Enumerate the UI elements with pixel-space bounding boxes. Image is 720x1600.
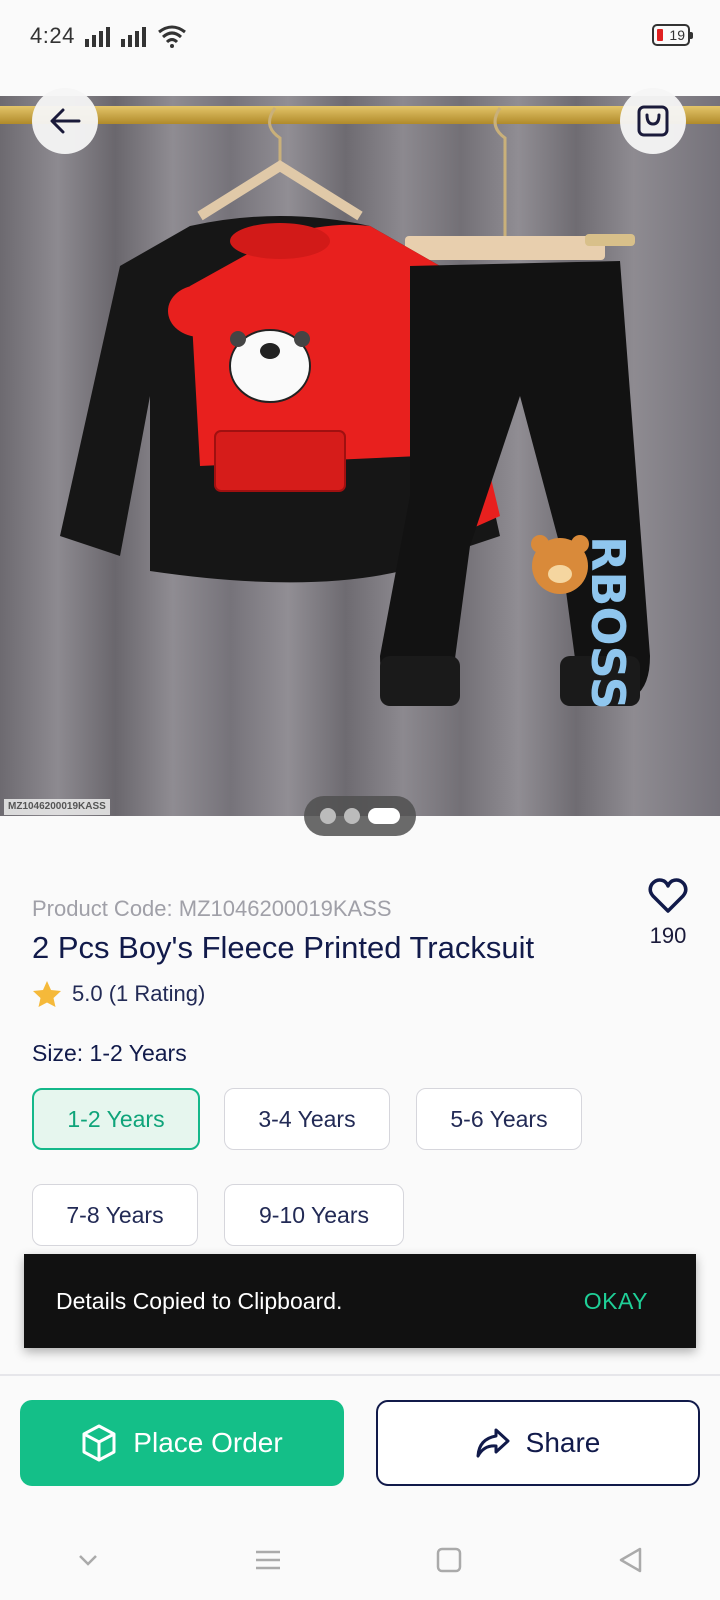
size-option-1-2-years[interactable]: 1-2 Years bbox=[32, 1088, 200, 1150]
status-bar: 4:24 19 bbox=[0, 0, 720, 72]
cell-signal-icon bbox=[120, 27, 146, 47]
snackbar: Details Copied to Clipboard. OKAY bbox=[24, 1254, 696, 1348]
snackbar-message: Details Copied to Clipboard. bbox=[56, 1287, 343, 1314]
chevron-down-icon[interactable] bbox=[77, 1553, 99, 1567]
carousel-dot-active[interactable] bbox=[368, 808, 400, 824]
carousel-dot[interactable] bbox=[320, 808, 336, 824]
cell-signal-icon bbox=[84, 27, 110, 47]
product-rating[interactable]: 5.0 (1 Rating) bbox=[32, 980, 205, 1008]
divider bbox=[0, 1374, 720, 1376]
share-button[interactable]: Share bbox=[376, 1400, 700, 1486]
arrow-left-icon bbox=[50, 108, 81, 134]
size-option-5-6-years[interactable]: 5-6 Years bbox=[416, 1088, 582, 1150]
wifi-icon bbox=[157, 25, 186, 48]
carousel-indicator[interactable] bbox=[304, 796, 416, 836]
share-label: Share bbox=[525, 1427, 601, 1458]
system-nav-bar bbox=[0, 1520, 720, 1600]
cart-button[interactable] bbox=[620, 88, 686, 154]
wishlist-count: 190 bbox=[649, 923, 687, 948]
snackbar-okay-button[interactable]: OKAY bbox=[584, 1288, 648, 1315]
product-photo: RBOSS bbox=[60, 107, 650, 710]
wishlist-button[interactable]: 190 bbox=[636, 878, 700, 949]
size-label: Size: 1-2 Years bbox=[32, 1040, 187, 1066]
back-button[interactable] bbox=[32, 88, 98, 154]
place-order-label: Place Order bbox=[133, 1427, 283, 1458]
box-icon bbox=[82, 1424, 116, 1462]
size-option-3-4-years[interactable]: 3-4 Years bbox=[224, 1088, 390, 1150]
share-arrow-icon bbox=[476, 1428, 510, 1458]
product-image-gallery[interactable]: RBOSS bbox=[0, 96, 720, 816]
heart-icon bbox=[648, 878, 688, 913]
battery-icon: 19 bbox=[652, 24, 693, 46]
image-print-text: RBOSS bbox=[581, 536, 635, 710]
rating-text: 5.0 (1 Rating) bbox=[72, 981, 206, 1006]
size-option-7-8-years[interactable]: 7-8 Years bbox=[32, 1184, 198, 1246]
selected-size: 1-2 Years bbox=[89, 1040, 187, 1066]
menu-icon[interactable] bbox=[254, 1549, 282, 1571]
status-time: 4:24 bbox=[30, 23, 75, 48]
star-icon bbox=[33, 981, 61, 1007]
home-icon[interactable] bbox=[436, 1547, 462, 1573]
sku-watermark: MZ1046200019KASS bbox=[4, 799, 110, 815]
shopping-bag-icon bbox=[637, 105, 669, 137]
back-triangle-icon[interactable] bbox=[617, 1546, 643, 1574]
size-option-9-10-years[interactable]: 9-10 Years bbox=[224, 1184, 404, 1246]
carousel-dot[interactable] bbox=[344, 808, 360, 824]
product-title: 2 Pcs Boy's Fleece Printed Tracksuit bbox=[32, 930, 535, 965]
product-code: Product Code: MZ1046200019KASS bbox=[32, 896, 392, 921]
place-order-button[interactable]: Place Order bbox=[20, 1400, 344, 1486]
